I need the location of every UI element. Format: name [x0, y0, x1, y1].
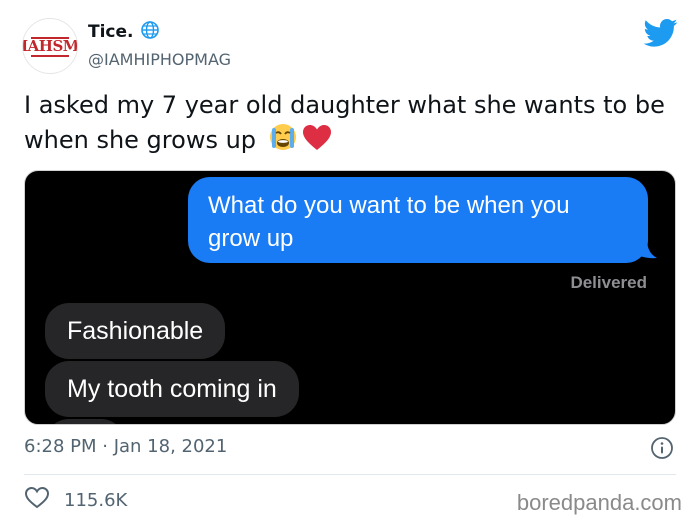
watermark: boredpanda.com	[516, 490, 682, 515]
divider	[24, 474, 676, 475]
received-message-bubble: Fashionable	[45, 303, 226, 359]
logo-underline	[31, 55, 69, 57]
message-screenshot[interactable]: What do you want to be when you grow up …	[24, 170, 676, 425]
avatar[interactable]: IAHSM	[22, 18, 78, 74]
tweet-text: I asked my 7 year old daughter what she …	[24, 91, 665, 154]
globe-icon	[140, 20, 160, 44]
received-message-bubble-partial	[45, 419, 125, 424]
tweet-header: IAHSM Tice. @IAMHIPHOPMAG	[0, 0, 700, 80]
red-heart-emoji-icon	[302, 124, 332, 161]
like-action[interactable]: 115.6K	[24, 486, 127, 514]
delivered-status: Delivered	[570, 273, 647, 292]
display-name[interactable]: Tice.	[88, 22, 134, 42]
user-handle[interactable]: @IAMHIPHOPMAG	[88, 50, 231, 69]
received-message-bubble: My tooth coming in	[45, 361, 299, 417]
tweet-timestamp[interactable]: 6:28 PM · Jan 18, 2021	[24, 436, 227, 457]
info-icon[interactable]	[650, 436, 674, 460]
avatar-logo: IAHSM	[22, 37, 78, 55]
twitter-bird-icon[interactable]	[643, 18, 678, 48]
tweet-text-block: I asked my 7 year old daughter what she …	[24, 88, 684, 161]
sent-message-bubble: What do you want to be when you grow up	[188, 177, 648, 263]
crying-face-emoji-icon	[268, 122, 298, 161]
name-row: Tice.	[88, 20, 160, 44]
like-count: 115.6K	[64, 489, 128, 511]
bubble-tail	[637, 239, 657, 259]
heart-outline-icon[interactable]	[24, 486, 50, 514]
